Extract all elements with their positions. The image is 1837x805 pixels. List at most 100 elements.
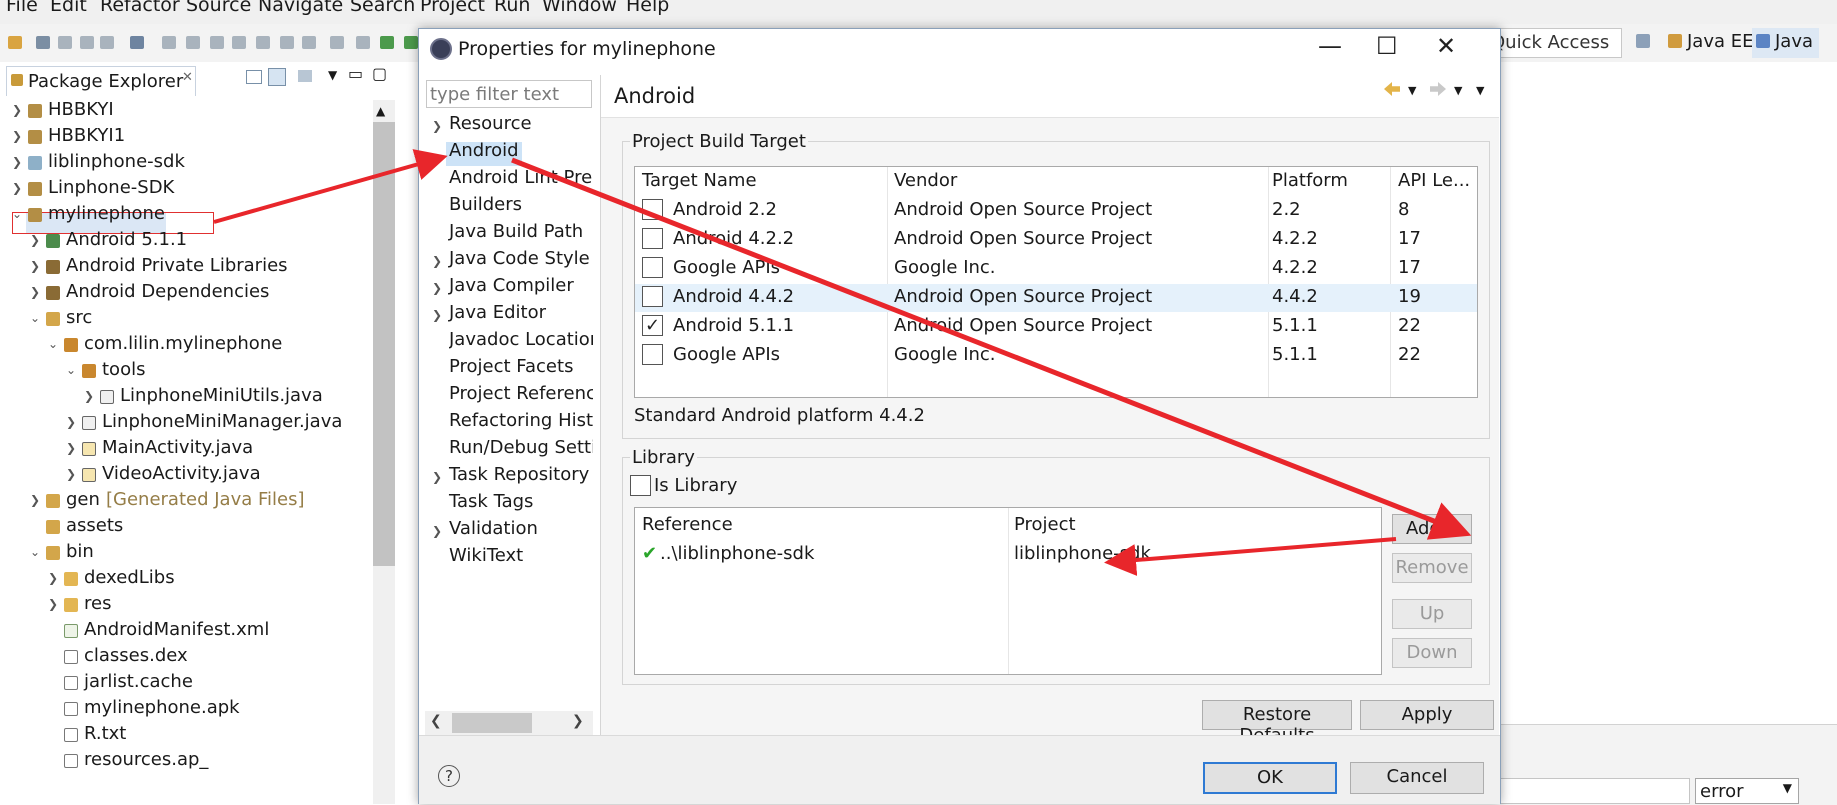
link-editor-icon[interactable]	[268, 68, 286, 86]
nav-item-javadoc-location[interactable]: Javadoc Locatior	[449, 329, 593, 350]
print-icon[interactable]	[100, 36, 114, 49]
target-checkbox[interactable]	[642, 257, 663, 278]
step-over-icon[interactable]	[280, 36, 294, 49]
open-perspective-icon[interactable]	[1632, 28, 1661, 58]
skip-breakpoints-icon[interactable]	[130, 36, 144, 49]
nav-item-project-references[interactable]: Project Reference	[449, 383, 593, 404]
package-explorer-tab[interactable]: Package Explorer ✕	[6, 66, 196, 96]
perspective-java[interactable]: Java	[1752, 28, 1820, 58]
new-icon[interactable]	[8, 36, 22, 49]
menu-help[interactable]: Help	[626, 0, 669, 16]
scroll-right-icon[interactable]: ❯	[572, 713, 584, 729]
chevron-right-icon: ❯	[432, 254, 443, 268]
quick-access-input[interactable]: Quick Access	[1484, 28, 1622, 58]
maximize-window-icon[interactable]: ☐	[1376, 32, 1398, 60]
problems-severity-select[interactable]: error ▼	[1695, 778, 1799, 804]
nav-item-project-facets[interactable]: Project Facets	[449, 356, 573, 377]
close-icon[interactable]: ✕	[182, 70, 193, 85]
column-separator	[1008, 508, 1009, 674]
remove-library-button[interactable]: Remove	[1392, 553, 1472, 583]
scrollbar-thumb[interactable]	[373, 122, 395, 566]
build-icon[interactable]	[330, 36, 344, 49]
resume-icon[interactable]	[162, 36, 176, 49]
collapse-all-icon[interactable]	[246, 70, 262, 84]
step-return-icon[interactable]	[302, 36, 316, 49]
chevron-down-icon[interactable]: ▼	[1408, 84, 1416, 97]
nav-item-task-repository[interactable]: Task Repository	[449, 464, 589, 485]
menu-navigate[interactable]: Navigate	[258, 0, 343, 16]
nav-item-java-build-path[interactable]: Java Build Path	[449, 221, 583, 242]
nav-item-android-lint[interactable]: Android Lint Pre	[449, 167, 593, 188]
package-explorer	[0, 62, 421, 804]
column-api-level[interactable]: API Le...	[1398, 170, 1470, 191]
menu-project[interactable]: Project	[420, 0, 485, 16]
nav-item-run-debug-settings[interactable]: Run/Debug Setti	[449, 437, 593, 458]
menu-source[interactable]: Source	[186, 0, 251, 16]
add-library-button[interactable]: Add...	[1392, 514, 1472, 544]
target-checkbox-checked[interactable]: ✓	[642, 315, 663, 336]
nav-item-android[interactable]: Android	[449, 140, 519, 161]
step-into-icon[interactable]	[256, 36, 270, 49]
menu-search[interactable]: Search	[350, 0, 415, 16]
maximize-icon[interactable]: ▢	[372, 64, 387, 83]
nav-item-task-tags[interactable]: Task Tags	[449, 491, 533, 512]
apply-button[interactable]: Apply	[1360, 700, 1494, 730]
is-library-checkbox[interactable]	[630, 475, 651, 496]
target-checkbox[interactable]	[642, 344, 663, 365]
save-all-icon[interactable]	[80, 36, 94, 49]
filter-input[interactable]: type filter text	[426, 80, 592, 108]
column-reference[interactable]: Reference	[642, 514, 733, 535]
terminate-icon[interactable]	[210, 36, 224, 49]
nav-item-wikitext[interactable]: WikiText	[449, 545, 523, 566]
column-target-name[interactable]: Target Name	[642, 170, 757, 191]
chevron-right-icon: ❯	[432, 470, 443, 484]
menu-edit[interactable]: Edit	[50, 0, 87, 16]
scroll-left-icon[interactable]: ❮	[430, 713, 442, 729]
column-platform[interactable]: Platform	[1272, 170, 1348, 191]
dropdown-icon[interactable]	[36, 36, 50, 49]
nav-item-validation[interactable]: Validation	[449, 518, 538, 539]
filter-icon[interactable]	[356, 36, 370, 49]
suspend-icon[interactable]	[186, 36, 200, 49]
package-icon	[11, 74, 23, 86]
nav-item-builders[interactable]: Builders	[449, 194, 522, 215]
problems-filter-text[interactable]	[1500, 778, 1690, 804]
view-menu-icon[interactable]	[298, 70, 312, 82]
target-checkbox[interactable]	[642, 228, 663, 249]
scroll-up-icon[interactable]: ▲	[376, 104, 385, 118]
column-vendor[interactable]: Vendor	[894, 170, 957, 191]
nav-item-java-code-style[interactable]: Java Code Style	[449, 248, 590, 269]
view-menu-icon[interactable]: ▼	[1476, 84, 1484, 97]
menu-run[interactable]: Run	[494, 0, 530, 16]
android-sdk-icon[interactable]	[380, 36, 394, 49]
menu-refactor[interactable]: Refactor	[100, 0, 180, 16]
cancel-button[interactable]: Cancel	[1350, 762, 1484, 794]
ok-button[interactable]: OK	[1203, 762, 1337, 794]
target-checkbox[interactable]	[642, 199, 663, 220]
chevron-down-icon[interactable]: ▼	[328, 68, 337, 82]
disconnect-icon[interactable]	[232, 36, 246, 49]
chevron-right-icon: ❯	[432, 119, 443, 133]
restore-defaults-button[interactable]: Restore Defaults	[1202, 700, 1352, 746]
chevron-right-icon: ❯	[432, 281, 443, 295]
perspective-java-ee[interactable]: Java EE	[1664, 28, 1760, 58]
menu-window[interactable]: Window	[542, 0, 617, 16]
chevron-down-icon[interactable]: ▼	[1454, 84, 1462, 97]
column-project[interactable]: Project	[1014, 514, 1076, 535]
page-header	[601, 75, 1499, 118]
android-avd-icon[interactable]	[404, 36, 418, 49]
target-checkbox[interactable]	[642, 286, 663, 307]
close-window-icon[interactable]: ✕	[1436, 32, 1456, 60]
save-icon[interactable]	[58, 36, 72, 49]
scrollbar-thumb[interactable]	[452, 713, 532, 733]
down-button[interactable]: Down	[1392, 638, 1472, 668]
minimize-window-icon[interactable]: —	[1318, 32, 1342, 60]
nav-item-refactoring-history[interactable]: Refactoring Histo	[449, 410, 593, 431]
up-button[interactable]: Up	[1392, 599, 1472, 629]
nav-item-java-compiler[interactable]: Java Compiler	[449, 275, 574, 296]
nav-item-resource[interactable]: Resource	[449, 113, 532, 134]
nav-item-java-editor[interactable]: Java Editor	[449, 302, 546, 323]
help-icon[interactable]: ?	[438, 765, 460, 787]
menu-file[interactable]: File	[6, 0, 38, 16]
minimize-icon[interactable]: ▭	[348, 64, 363, 83]
